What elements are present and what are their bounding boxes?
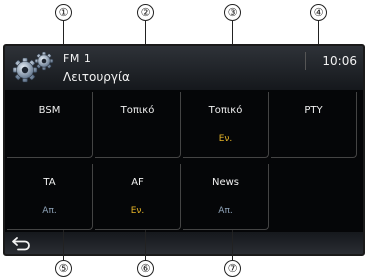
callout-6: ⑥ — [137, 260, 154, 277]
callout-3: ③ — [224, 4, 241, 21]
ta-button[interactable]: TA Απ. — [7, 164, 93, 230]
tile-label: News — [211, 177, 240, 188]
header-bar: FM 1 Λειτουργία 10:06 — [5, 46, 363, 90]
tile-label: PTY — [304, 105, 323, 116]
local-seek-button[interactable]: Τοπικό — [95, 92, 181, 158]
callout-2: ② — [137, 4, 154, 21]
local-toggle-button[interactable]: Τοπικό Εν. — [183, 92, 269, 158]
callout-1: ① — [55, 4, 72, 21]
bsm-button[interactable]: BSM — [7, 92, 93, 158]
af-button[interactable]: AF Εν. — [95, 164, 181, 230]
news-button[interactable]: News Απ. — [183, 164, 269, 230]
footer-bar — [5, 232, 363, 254]
tile-label: Τοπικό — [120, 105, 155, 116]
page-title: Λειτουργία — [63, 70, 130, 84]
function-grid: BSM Τοπικό Τοπικό Εν. PTY TA Απ. AF Εν. … — [7, 92, 361, 232]
callout-5-leader — [63, 230, 64, 261]
callout-7: ⑦ — [224, 260, 241, 277]
tile-label: Τοπικό — [208, 105, 243, 116]
callout-5: ⑤ — [55, 260, 72, 277]
tile-status: Εν. — [130, 206, 145, 216]
pty-button[interactable]: PTY — [271, 92, 357, 158]
tile-label: TA — [43, 177, 56, 188]
clock: 10:06 — [305, 52, 361, 70]
device-screen: FM 1 Λειτουργία 10:06 BSM Τοπικό Τοπικό … — [3, 44, 365, 256]
source-label: FM 1 — [63, 52, 92, 65]
gear-icon[interactable] — [9, 50, 57, 86]
callout-4: ④ — [310, 4, 327, 21]
tile-status: Εν. — [218, 134, 233, 144]
tile-status: Απ. — [42, 206, 57, 216]
back-arrow-icon[interactable] — [11, 235, 33, 251]
tile-status: Απ. — [218, 206, 233, 216]
tile-label: BSM — [38, 105, 61, 116]
callout-7-leader — [232, 230, 233, 261]
tile-label: AF — [131, 177, 144, 188]
callout-6-leader — [145, 230, 146, 261]
